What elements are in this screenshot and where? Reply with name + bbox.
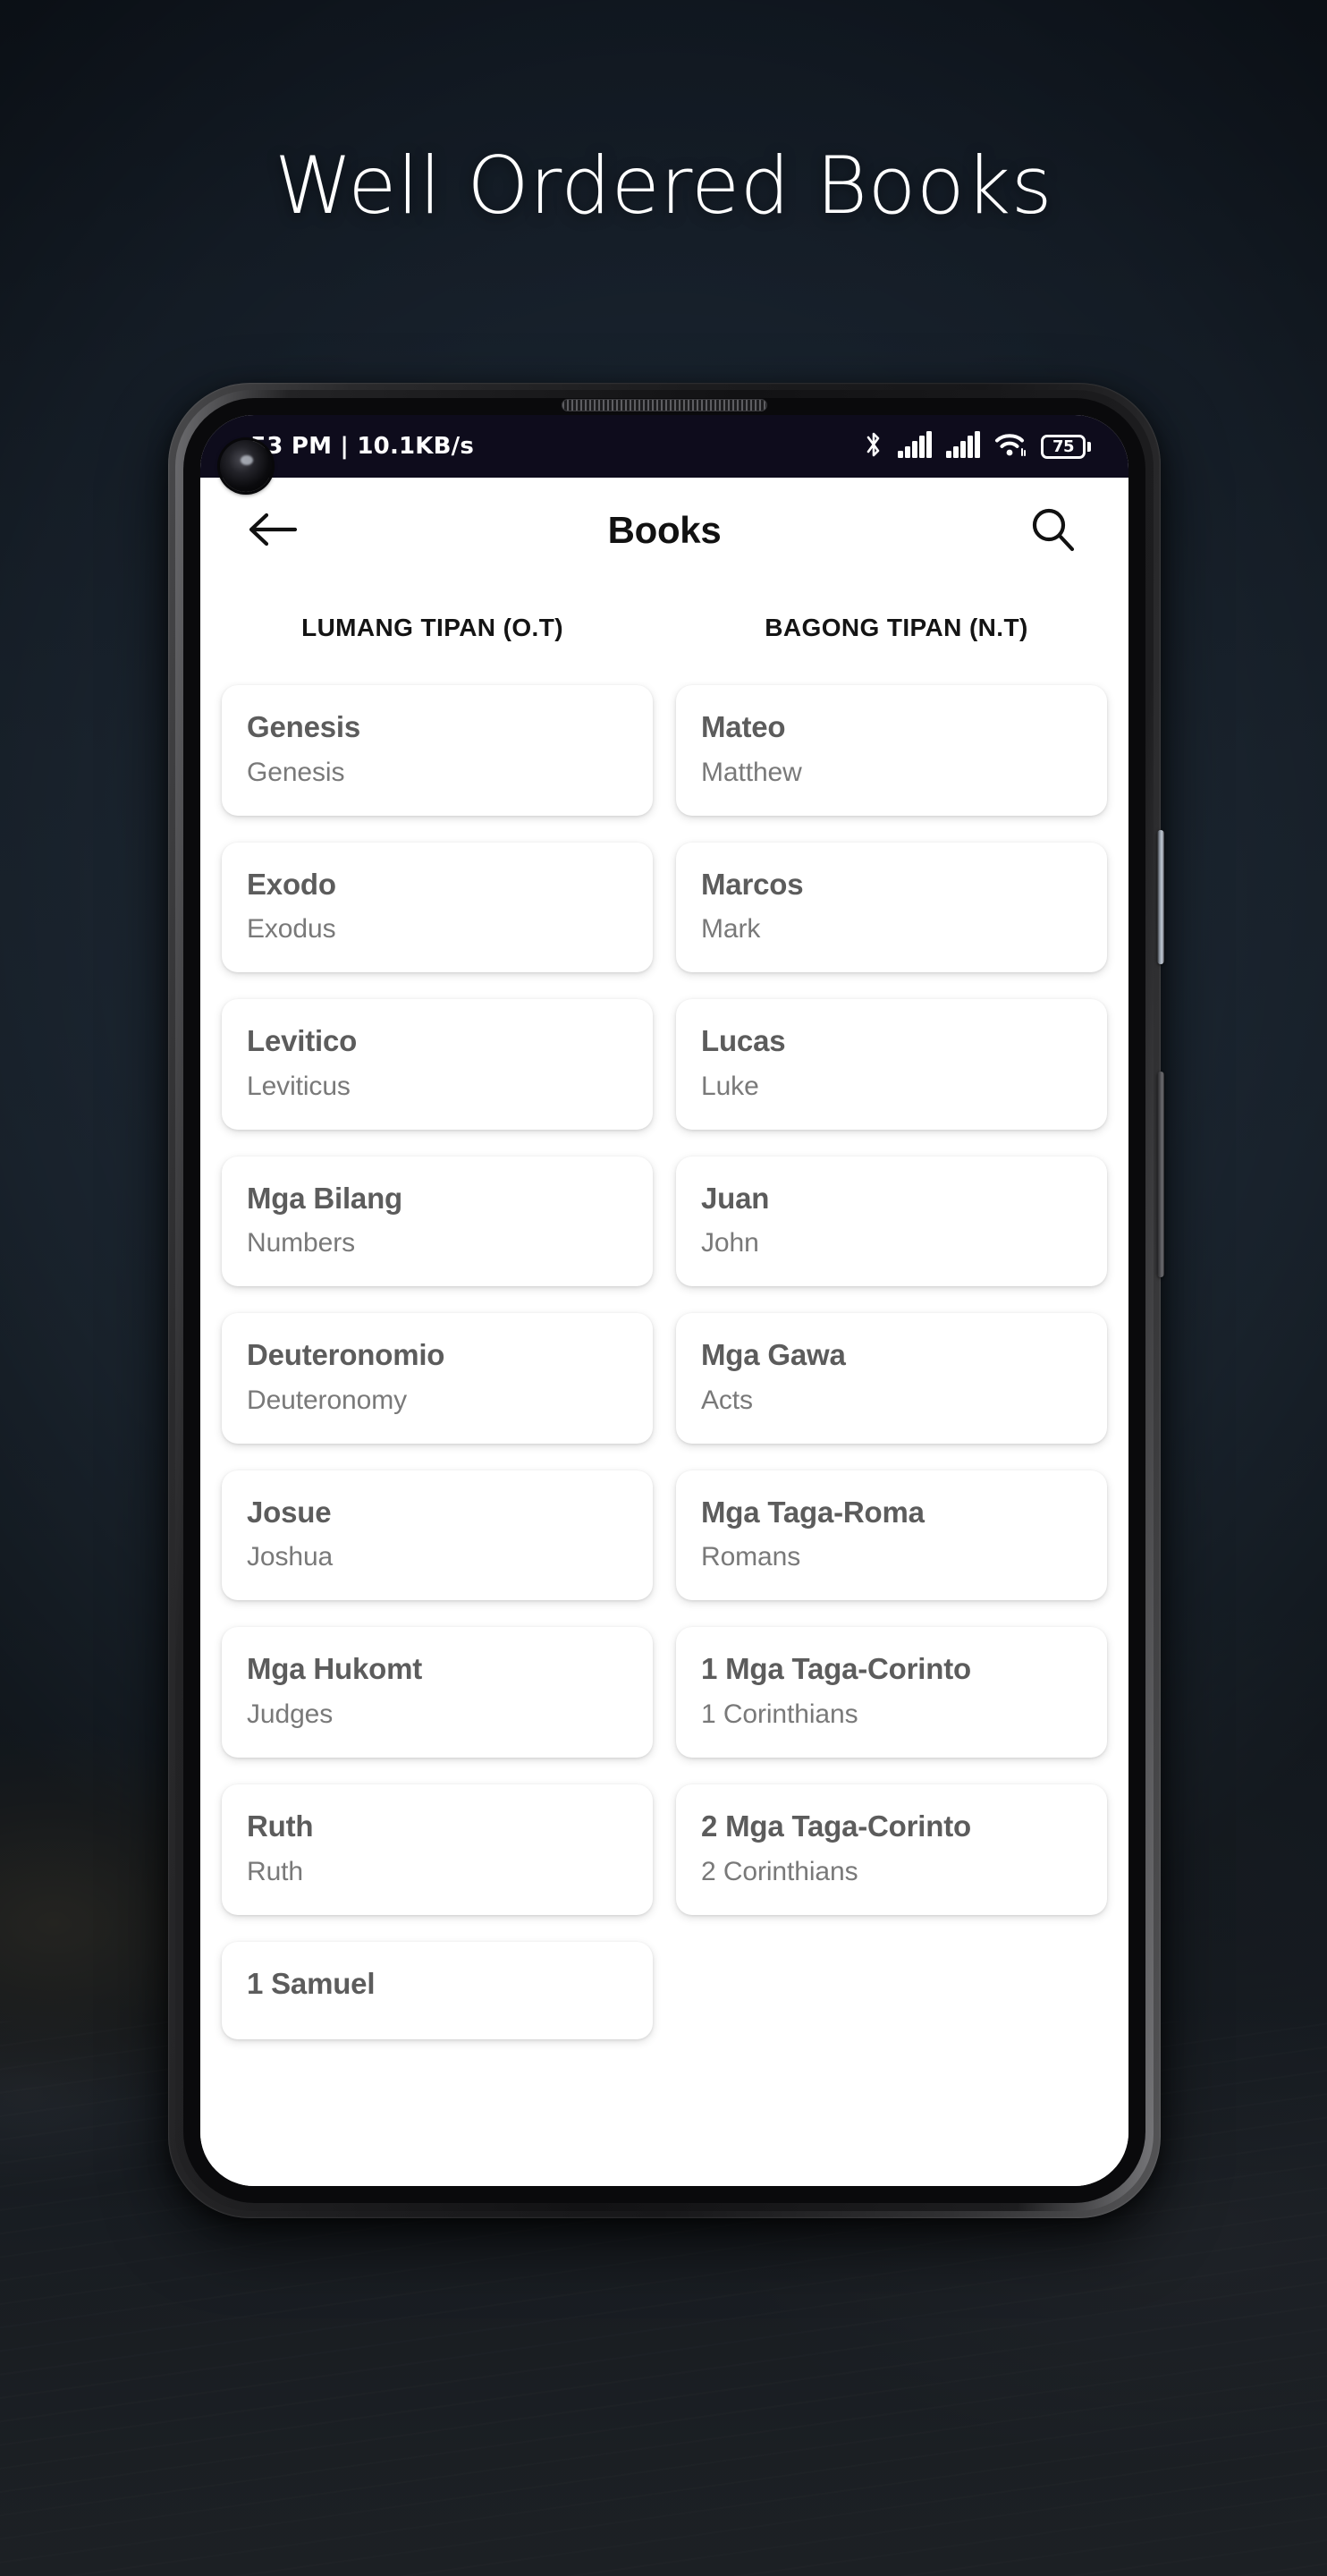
book-card[interactable]: Exodo Exodus bbox=[222, 842, 653, 973]
phone-mockup: 53 PM | 10.1KB/s 75 Books LUMANG TIPAN (… bbox=[168, 383, 1164, 2218]
book-subtitle: Joshua bbox=[247, 1542, 334, 1572]
page-title: Books bbox=[607, 509, 722, 551]
status-bar: 53 PM | 10.1KB/s 75 bbox=[200, 415, 1128, 492]
wifi-icon bbox=[994, 431, 1027, 462]
book-title: Lucas bbox=[701, 1024, 786, 1058]
book-card[interactable]: Levitico Leviticus bbox=[222, 999, 653, 1130]
book-card[interactable]: Mateo Matthew bbox=[676, 685, 1107, 816]
back-arrow-icon bbox=[247, 510, 299, 552]
book-card[interactable]: Lucas Luke bbox=[676, 999, 1107, 1130]
book-title: Exodo bbox=[247, 867, 336, 901]
book-title: Josue bbox=[247, 1495, 332, 1529]
book-card[interactable]: 2 Mga Taga-Corinto 2 Corinthians bbox=[676, 1784, 1107, 1915]
book-subtitle: Acts bbox=[701, 1385, 753, 1415]
battery-level-label: 75 bbox=[1041, 434, 1086, 459]
back-button[interactable] bbox=[240, 497, 306, 564]
battery-icon: 75 bbox=[1041, 434, 1091, 459]
book-subtitle: 2 Corinthians bbox=[701, 1856, 858, 1886]
signal-bars-icon bbox=[898, 431, 932, 462]
book-subtitle: Mark bbox=[701, 914, 761, 945]
search-button[interactable] bbox=[1019, 497, 1086, 564]
book-card[interactable]: Genesis Genesis bbox=[222, 685, 653, 816]
bluetooth-icon bbox=[864, 430, 883, 462]
old-testament-column: Genesis Genesis Exodo Exodus Levitico Le… bbox=[222, 682, 653, 2186]
book-subtitle: 1 Corinthians bbox=[701, 1699, 858, 1730]
book-subtitle: Luke bbox=[701, 1071, 759, 1101]
tab-old-testament[interactable]: LUMANG TIPAN (O.T) bbox=[200, 583, 664, 682]
book-title: Mateo bbox=[701, 710, 786, 743]
book-subtitle: Deuteronomy bbox=[247, 1385, 407, 1415]
book-card[interactable]: Mga Gawa Acts bbox=[676, 1313, 1107, 1444]
book-card[interactable]: 1 Samuel bbox=[222, 1941, 653, 2040]
book-card[interactable]: Juan John bbox=[676, 1156, 1107, 1287]
book-title: Mga Taga-Roma bbox=[701, 1495, 925, 1529]
book-subtitle: Matthew bbox=[701, 757, 802, 787]
new-testament-column: Mateo Matthew Marcos Mark Lucas Luke Jua… bbox=[676, 682, 1107, 2186]
book-card[interactable]: Ruth Ruth bbox=[222, 1784, 653, 1915]
book-title: Ruth bbox=[247, 1809, 314, 1843]
power-button[interactable] bbox=[1157, 830, 1164, 964]
book-title: 1 Mga Taga-Corinto bbox=[701, 1652, 971, 1686]
phone-screen: 53 PM | 10.1KB/s 75 Books LUMANG TIPAN (… bbox=[200, 415, 1128, 2186]
app-bar: Books bbox=[200, 478, 1128, 583]
status-bar-time-and-network: 53 PM | 10.1KB/s bbox=[250, 433, 475, 460]
signal-bars-icon bbox=[946, 431, 980, 462]
book-title: Marcos bbox=[701, 867, 804, 901]
book-subtitle: Judges bbox=[247, 1699, 334, 1730]
book-card[interactable]: Mga Taga-Roma Romans bbox=[676, 1470, 1107, 1601]
book-card[interactable]: Mga Hukomt Judges bbox=[222, 1627, 653, 1758]
volume-button[interactable] bbox=[1157, 1072, 1164, 1277]
battery-tip bbox=[1087, 441, 1091, 452]
book-subtitle: Leviticus bbox=[247, 1071, 351, 1101]
book-subtitle: John bbox=[701, 1228, 759, 1258]
books-list: Genesis Genesis Exodo Exodus Levitico Le… bbox=[200, 682, 1128, 2186]
book-title: Levitico bbox=[247, 1024, 358, 1058]
book-title: Mga Bilang bbox=[247, 1181, 403, 1215]
book-title: Genesis bbox=[247, 710, 361, 743]
book-title: Deuteronomio bbox=[247, 1338, 445, 1372]
book-card[interactable]: Deuteronomio Deuteronomy bbox=[222, 1313, 653, 1444]
book-subtitle: Exodus bbox=[247, 914, 336, 945]
promo-screenshot: Well Ordered Books 53 PM | 10.1KB/s 75 B… bbox=[0, 0, 1327, 2576]
book-title: 1 Samuel bbox=[247, 1966, 376, 2000]
promo-headline: Well Ordered Books bbox=[274, 140, 1053, 232]
book-title: Mga Gawa bbox=[701, 1338, 846, 1372]
book-card[interactable]: Josue Joshua bbox=[222, 1470, 653, 1601]
tab-new-testament[interactable]: BAGONG TIPAN (N.T) bbox=[664, 583, 1128, 682]
book-title: Mga Hukomt bbox=[247, 1652, 423, 1686]
book-card[interactable]: 1 Mga Taga-Corinto 1 Corinthians bbox=[676, 1627, 1107, 1758]
book-title: Juan bbox=[701, 1181, 770, 1215]
book-card[interactable]: Marcos Mark bbox=[676, 842, 1107, 973]
book-subtitle: Genesis bbox=[247, 757, 345, 787]
search-icon bbox=[1027, 504, 1078, 557]
book-card[interactable]: Mga Bilang Numbers bbox=[222, 1156, 653, 1287]
book-subtitle: Romans bbox=[701, 1542, 801, 1572]
book-subtitle: Ruth bbox=[247, 1856, 303, 1886]
front-camera-punch-hole bbox=[220, 440, 272, 492]
earpiece-speaker bbox=[562, 399, 767, 411]
book-subtitle: Numbers bbox=[247, 1228, 355, 1258]
book-title: 2 Mga Taga-Corinto bbox=[701, 1809, 971, 1843]
status-bar-icons: 75 bbox=[864, 430, 1091, 462]
testament-tabs: LUMANG TIPAN (O.T) BAGONG TIPAN (N.T) bbox=[200, 583, 1128, 682]
